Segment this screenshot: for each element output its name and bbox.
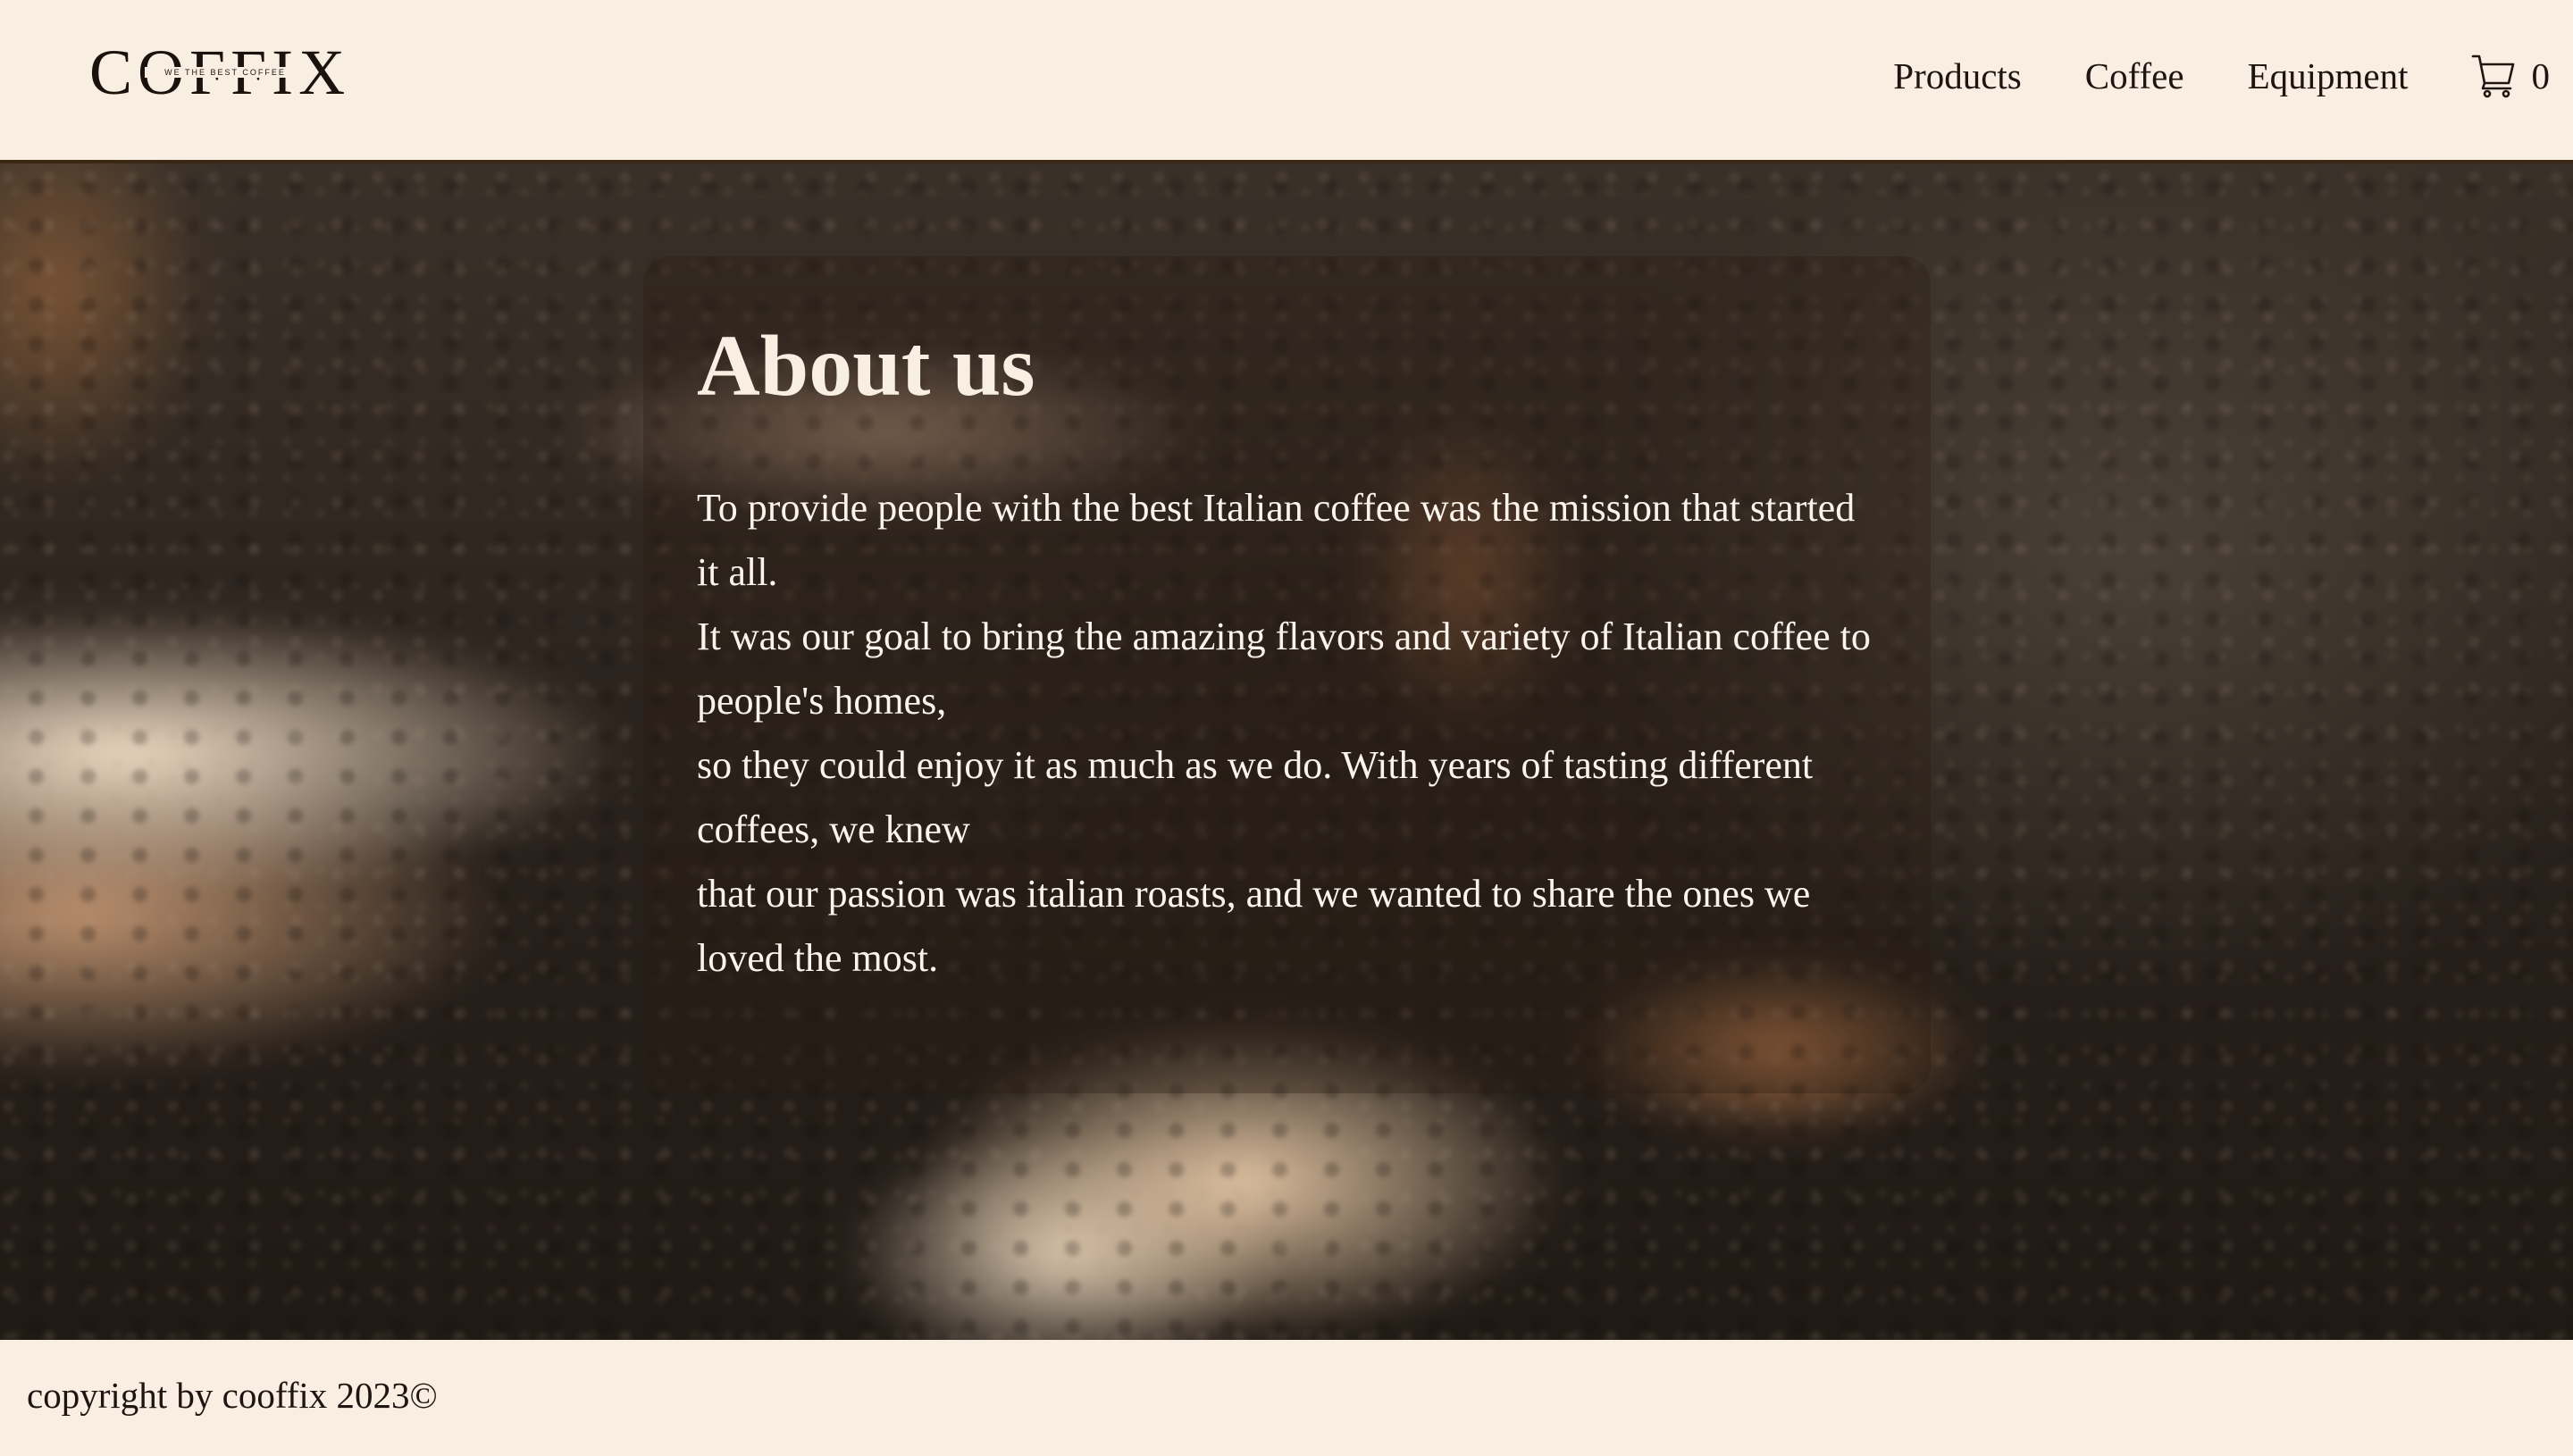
about-hero: About us To provide people with the best… [0, 163, 2573, 1340]
about-line: To provide people with the best Italian … [697, 486, 1856, 594]
cart-count: 0 [2531, 55, 2551, 96]
logo[interactable]: COFFIX WE THE BEST COFFEE [89, 40, 362, 105]
logo-tagline: WE THE BEST COFFEE [145, 67, 306, 78]
copyright-text: copyright by cooffix 2023© [27, 1375, 438, 1416]
about-line: that our passion was italian roasts, and… [697, 872, 1811, 980]
site-header: COFFIX WE THE BEST COFFEE Products Coffe… [0, 0, 2573, 163]
nav-link-equipment[interactable]: Equipment [2248, 49, 2409, 103]
about-card: About us To provide people with the best… [643, 256, 1931, 1093]
about-line: It was our goal to bring the amazing fla… [697, 615, 1871, 723]
site-footer: copyright by cooffix 2023© [0, 1340, 2573, 1456]
about-line: so they could enjoy it as much as we do.… [697, 743, 1814, 851]
about-paragraph: To provide people with the best Italian … [697, 476, 1876, 991]
nav-link-coffee[interactable]: Coffee [2085, 49, 2184, 103]
main-nav: Products Coffee Equipment 0 [1893, 49, 2550, 103]
page-title: About us [697, 318, 1035, 414]
cart-button[interactable]: 0 [2471, 49, 2551, 103]
nav-link-products[interactable]: Products [1893, 49, 2022, 103]
cart-icon [2471, 54, 2514, 98]
